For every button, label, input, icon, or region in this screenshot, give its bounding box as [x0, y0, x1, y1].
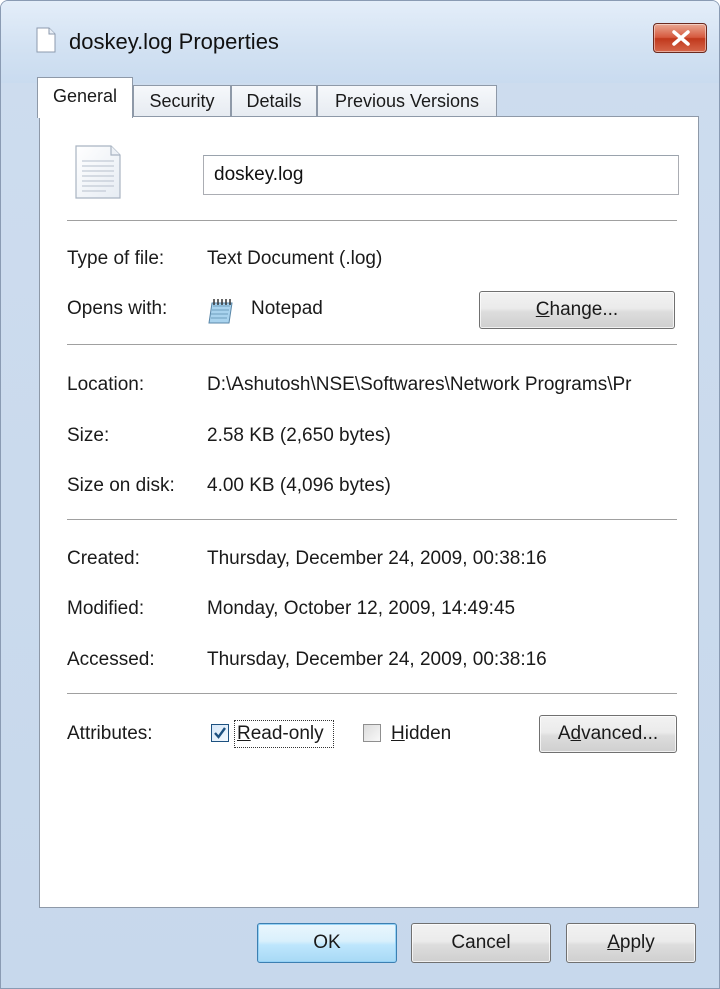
hidden-checkbox[interactable]	[363, 724, 381, 742]
window-title: doskey.log Properties	[69, 29, 279, 54]
tab-general[interactable]: General	[37, 77, 133, 118]
change-label: hange...	[549, 299, 619, 320]
advanced-accel: d	[570, 723, 582, 744]
tab-strip: General Security Details Previous Versio…	[37, 77, 687, 118]
hidden-text: idden	[404, 723, 452, 744]
separator	[67, 693, 677, 694]
change-button[interactable]: Change...	[479, 291, 675, 329]
location-value: D:\Ashutosh\NSE\Softwares\Network Progra…	[207, 374, 632, 395]
size-label: Size:	[67, 425, 110, 446]
tab-details[interactable]: Details	[231, 85, 317, 117]
type-of-file-label: Type of file:	[67, 248, 165, 269]
modified-label: Modified:	[67, 598, 145, 619]
opens-with-value: Notepad	[251, 298, 323, 319]
accessed-label: Accessed:	[67, 649, 155, 670]
separator	[67, 220, 677, 221]
ok-button[interactable]: OK	[257, 923, 397, 963]
accessed-value: Thursday, December 24, 2009, 00:38:16	[207, 649, 547, 670]
tab-security[interactable]: Security	[133, 85, 231, 117]
modified-value: Monday, October 12, 2009, 14:49:45	[207, 598, 516, 619]
advanced-button[interactable]: Advanced...	[539, 715, 677, 753]
read-only-label[interactable]: Read-only	[237, 723, 324, 745]
opens-with-label: Opens with:	[67, 298, 168, 319]
checkmark-icon	[214, 727, 226, 739]
general-tab-panel	[39, 116, 699, 908]
notepad-icon	[208, 299, 233, 324]
separator	[67, 519, 677, 520]
hidden-label[interactable]: Hidden	[391, 723, 451, 745]
apply-button[interactable]: Apply	[566, 923, 696, 963]
advanced-prefix: A	[557, 723, 571, 744]
hidden-accel: H	[391, 723, 405, 744]
read-only-accel: R	[237, 723, 251, 744]
created-value: Thursday, December 24, 2009, 00:38:16	[207, 548, 547, 569]
type-of-file-value: Text Document (.log)	[207, 248, 383, 269]
size-on-disk-label: Size on disk:	[67, 475, 175, 496]
created-label: Created:	[67, 548, 140, 569]
advanced-suffix: vanced...	[581, 723, 659, 744]
properties-dialog: doskey.log Properties General Security D…	[0, 0, 720, 989]
separator	[67, 344, 677, 345]
file-name-field[interactable]: doskey.log	[203, 155, 679, 195]
read-only-checkbox[interactable]	[211, 724, 229, 742]
location-label: Location:	[67, 374, 145, 395]
apply-label: pply	[619, 932, 655, 953]
size-value: 2.58 KB (2,650 bytes)	[207, 425, 391, 446]
text-document-icon	[75, 145, 121, 199]
change-accel: C	[535, 299, 550, 320]
attributes-label: Attributes:	[67, 723, 153, 744]
close-icon	[672, 30, 690, 46]
read-only-text: ead-only	[250, 723, 324, 744]
close-button[interactable]	[653, 23, 707, 53]
tab-previous-versions[interactable]: Previous Versions	[317, 85, 497, 117]
title-bar[interactable]: doskey.log Properties	[1, 1, 719, 83]
apply-accel: A	[607, 932, 620, 953]
size-on-disk-value: 4.00 KB (4,096 bytes)	[207, 475, 391, 496]
text-file-icon	[36, 27, 56, 53]
cancel-button[interactable]: Cancel	[411, 923, 551, 963]
